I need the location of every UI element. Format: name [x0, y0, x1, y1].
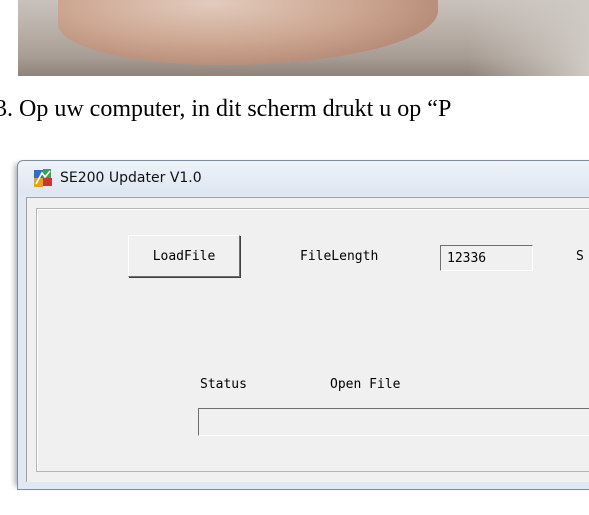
- file-length-field[interactable]: [440, 245, 533, 271]
- window-title: SE200 Updater V1.0: [60, 170, 202, 186]
- status-label: Status: [200, 377, 247, 392]
- window-client-area: [26, 197, 589, 482]
- app-icon: [34, 169, 52, 187]
- status-field: [198, 408, 589, 436]
- file-length-label: FileLength: [300, 249, 379, 264]
- load-file-button[interactable]: LoadFile: [128, 235, 240, 277]
- status-text: Open File: [330, 377, 401, 392]
- truncated-label: S: [576, 249, 584, 264]
- window-titlebar[interactable]: SE200 Updater V1.0: [18, 161, 589, 195]
- hand-photo: [18, 0, 589, 76]
- updater-window: SE200 Updater V1.0: [17, 160, 589, 490]
- photo-background: [469, 0, 589, 76]
- hand-shape: [58, 0, 438, 65]
- instruction-caption: 3. Op uw computer, in dit scherm drukt u…: [0, 96, 452, 122]
